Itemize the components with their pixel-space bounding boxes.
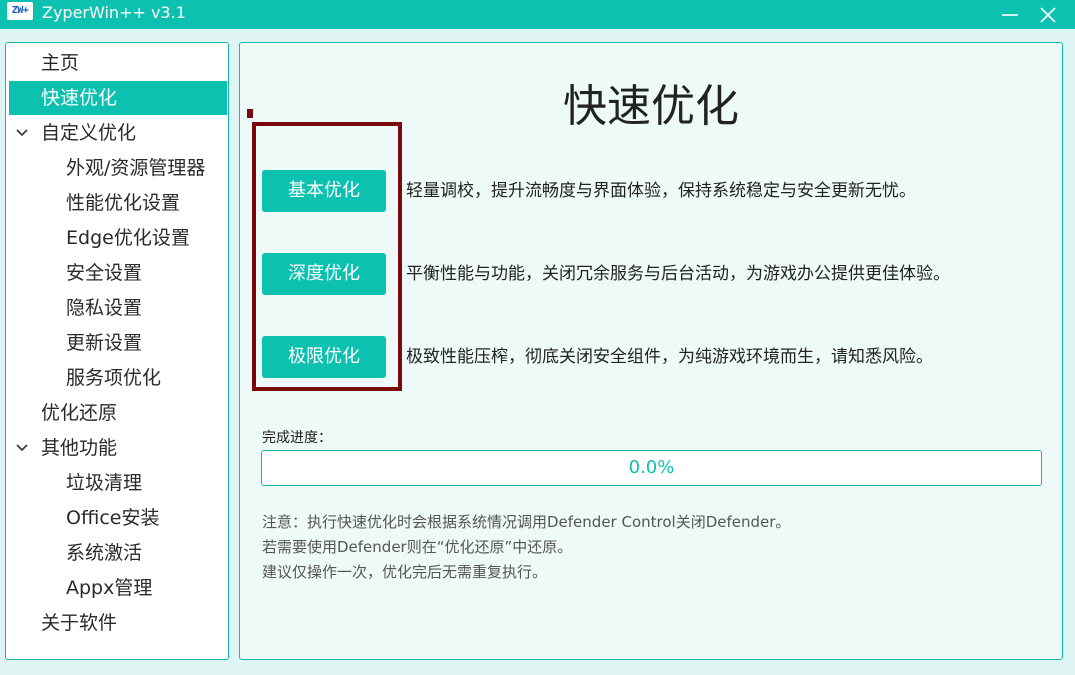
sidebar-item-label: 性能优化设置 — [66, 192, 181, 214]
sidebar-item-edge[interactable]: Edge优化设置 — [9, 221, 227, 255]
sidebar-item-label: 自定义优化 — [41, 122, 137, 144]
sidebar-item-quick-optimize[interactable]: 快速优化 — [9, 81, 227, 115]
sidebar-nav: 主页 快速优化 自定义优化 外观/资源管理器 性能优化设置 Edge优化设置 安… — [5, 42, 229, 660]
close-icon — [1040, 7, 1056, 23]
basic-optimize-description: 轻量调校，提升流畅度与界面体验，保持系统稳定与安全更新无忧。 — [406, 181, 916, 201]
sidebar-item-appx[interactable]: Appx管理 — [9, 571, 227, 605]
sidebar-item-restore[interactable]: 优化还原 — [9, 396, 227, 430]
basic-optimize-button[interactable]: 基本优化 — [262, 170, 386, 212]
note-line-1: 注意：执行快速优化时会根据系统情况调用Defender Control关闭Def… — [262, 513, 791, 531]
sidebar-item-services[interactable]: 服务项优化 — [9, 361, 227, 395]
window-title: ZyperWin++ v3.1 — [42, 3, 186, 22]
sidebar-item-update[interactable]: 更新设置 — [9, 326, 227, 360]
chevron-down-icon[interactable] — [15, 126, 29, 140]
minimize-icon — [1002, 14, 1018, 16]
deep-optimize-button[interactable]: 深度优化 — [262, 253, 386, 295]
close-button[interactable] — [1030, 0, 1066, 29]
minimize-button[interactable] — [992, 0, 1028, 29]
sidebar-item-label: 安全设置 — [66, 262, 143, 284]
sidebar-item-privacy[interactable]: 隐私设置 — [9, 291, 227, 325]
sidebar-item-activation[interactable]: 系统激活 — [9, 536, 227, 570]
window-body: 主页 快速优化 自定义优化 外观/资源管理器 性能优化设置 Edge优化设置 安… — [0, 29, 1075, 675]
sidebar-item-security[interactable]: 安全设置 — [9, 256, 227, 290]
sidebar-item-label: 主页 — [41, 52, 80, 74]
app-logo-icon: ZW+ — [7, 2, 33, 20]
progress-bar: 0.0% — [261, 450, 1042, 486]
sidebar-item-label: 更新设置 — [66, 332, 143, 354]
sidebar-item-label: 优化还原 — [41, 402, 118, 424]
sidebar-item-label: 隐私设置 — [66, 297, 143, 319]
progress-label: 完成进度： — [262, 430, 332, 446]
sidebar-item-label: Edge优化设置 — [66, 227, 190, 249]
sidebar-item-office-install[interactable]: Office安装 — [9, 501, 227, 535]
note-line-3: 建议仅操作一次，优化完后无需重复执行。 — [262, 563, 548, 581]
sidebar-item-label: 其他功能 — [41, 437, 118, 459]
extreme-optimize-button[interactable]: 极限优化 — [262, 336, 386, 378]
annotation-dot — [247, 109, 253, 118]
sidebar-item-label: Office安装 — [66, 507, 160, 529]
sidebar-item-performance[interactable]: 性能优化设置 — [9, 186, 227, 220]
deep-optimize-description: 平衡性能与功能，关闭冗余服务与后台活动，为游戏办公提供更佳体验。 — [406, 264, 950, 284]
sidebar-item-label: Appx管理 — [66, 577, 153, 599]
sidebar-item-label: 快速优化 — [41, 87, 118, 109]
sidebar-item-home[interactable]: 主页 — [9, 46, 227, 80]
sidebar-item-custom-optimize[interactable]: 自定义优化 — [9, 116, 227, 150]
extreme-optimize-description: 极致性能压榨，彻底关闭安全组件，为纯游戏环境而生，请知悉风险。 — [406, 347, 933, 367]
sidebar-item-label: 关于软件 — [41, 612, 118, 634]
sidebar-item-about[interactable]: 关于软件 — [9, 606, 227, 640]
sidebar-item-cleanup[interactable]: 垃圾清理 — [9, 466, 227, 500]
sidebar-item-label: 系统激活 — [66, 542, 143, 564]
progress-text: 0.0% — [628, 457, 675, 478]
title-bar[interactable]: ZW+ ZyperWin++ v3.1 — [0, 0, 1075, 29]
note-line-2: 若需要使用Defender则在“优化还原”中还原。 — [262, 538, 573, 556]
sidebar-item-label: 垃圾清理 — [66, 472, 143, 494]
main-panel: 快速优化 基本优化 轻量调校，提升流畅度与界面体验，保持系统稳定与安全更新无忧。… — [239, 42, 1063, 660]
sidebar-item-label: 外观/资源管理器 — [66, 157, 206, 179]
sidebar-item-appearance-explorer[interactable]: 外观/资源管理器 — [9, 151, 227, 185]
sidebar-item-other-features[interactable]: 其他功能 — [9, 431, 227, 465]
sidebar-item-label: 服务项优化 — [66, 367, 162, 389]
chevron-down-icon[interactable] — [15, 441, 29, 455]
